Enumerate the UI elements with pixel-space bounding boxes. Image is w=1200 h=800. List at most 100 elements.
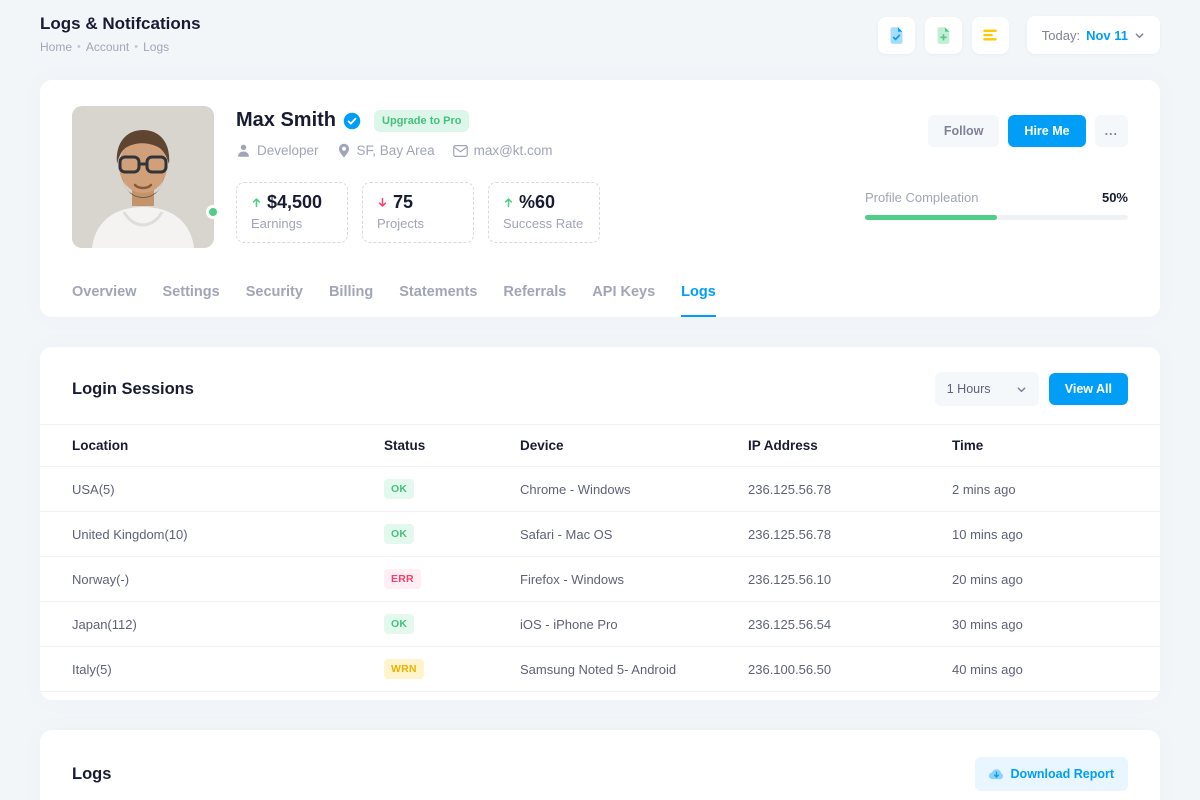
profile-meta-item: Developer [236, 143, 319, 158]
avatar-image [72, 106, 214, 248]
session-device: Chrome - Windows [520, 467, 748, 512]
progress-bar-fill [865, 215, 997, 220]
session-ip: 236.100.56.50 [748, 647, 952, 692]
stat-value: %60 [519, 192, 555, 213]
profile-side: Follow Hire Me ... Profile Compleation 5… [856, 106, 1128, 248]
logs-card: Logs Download Report 500 ERRPOST /v1/inv… [40, 730, 1160, 800]
profile-meta-item: SF, Bay Area [337, 143, 435, 158]
login-sessions-card: Login Sessions 1 Hours View All Location… [40, 347, 1160, 700]
date-picker-button[interactable]: Today: Nov 11 [1027, 16, 1160, 54]
avatar [72, 106, 214, 248]
online-status-dot [206, 205, 220, 219]
file-plus-icon [934, 26, 953, 45]
session-status-cell: OK [384, 512, 520, 557]
tab-referrals[interactable]: Referrals [503, 284, 566, 317]
sessions-table-head: LocationStatusDeviceIP AddressTime [40, 425, 1160, 467]
stat-tile-projects: 75Projects [362, 182, 474, 243]
session-location: United Kingdom(10) [40, 512, 384, 557]
tab-billing[interactable]: Billing [329, 284, 373, 317]
tab-logs[interactable]: Logs [681, 284, 716, 317]
session-device: iOS - iPhone Pro [520, 602, 748, 647]
breadcrumb-separator: • [77, 41, 81, 53]
chevron-down-icon [1016, 384, 1027, 395]
profile-actions: Follow Hire Me ... [928, 115, 1128, 147]
file-plus-button[interactable] [925, 17, 962, 54]
verified-badge-icon [343, 112, 361, 130]
session-status-badge: OK [384, 524, 414, 544]
hours-filter-select[interactable]: 1 Hours [935, 372, 1039, 406]
page-title: Logs & Notifcations [40, 14, 201, 34]
session-device: Firefox - Windows [520, 557, 748, 602]
list-lines-button[interactable] [972, 17, 1009, 54]
profile-info: Max Smith Upgrade to Pro Developer SF, Ba… [214, 106, 856, 248]
session-status-badge: OK [384, 614, 414, 634]
session-status-cell: ERR [384, 557, 520, 602]
stat-tile-success-rate: %60 Success Rate [488, 182, 600, 243]
session-device: Safari - Mac OS [520, 512, 748, 557]
profile-completion: Profile Compleation 50% [865, 190, 1128, 220]
page: Logs & Notifcations Home • Account • Logs To… [0, 0, 1200, 800]
topbar: Logs & Notifcations Home • Account • Logs To… [40, 0, 1160, 54]
session-ip: 236.125.56.78 [748, 512, 952, 557]
session-ip: 236.125.56.10 [748, 557, 952, 602]
session-row: Italy(5)WRNSamsung Noted 5- Android236.1… [40, 647, 1160, 692]
date-picker-value: Nov 11 [1086, 28, 1128, 43]
tab-overview[interactable]: Overview [72, 284, 137, 317]
session-time: 10 mins ago [952, 512, 1160, 557]
breadcrumb-separator: • [134, 41, 138, 53]
more-options-button[interactable]: ... [1095, 115, 1128, 147]
column-header-time: Time [952, 425, 1160, 467]
logs-title: Logs [72, 765, 111, 784]
session-ip: 236.125.56.78 [748, 467, 952, 512]
tab-api-keys[interactable]: API Keys [592, 284, 655, 317]
mail-icon [453, 145, 468, 157]
session-location: Japan(112) [40, 602, 384, 647]
quick-actions [878, 17, 1009, 54]
session-time: 2 mins ago [952, 467, 1160, 512]
progress-bar [865, 215, 1128, 220]
hire-me-button[interactable]: Hire Me [1008, 115, 1085, 147]
view-all-button[interactable]: View All [1049, 373, 1128, 405]
session-status-cell: WRN [384, 647, 520, 692]
follow-button[interactable]: Follow [928, 115, 1000, 147]
download-report-label: Download Report [1011, 767, 1114, 781]
breadcrumb-item-account[interactable]: Account [86, 40, 129, 54]
stat-tile-earnings: $4,500 Earnings [236, 182, 348, 243]
session-location: USA(5) [40, 467, 384, 512]
session-time: 30 mins ago [952, 602, 1160, 647]
profile-card: Max Smith Upgrade to Pro Developer SF, Ba… [40, 80, 1160, 317]
session-location: Italy(5) [40, 647, 384, 692]
upgrade-to-pro-badge[interactable]: Upgrade to Pro [374, 110, 469, 132]
location-pin-icon [337, 143, 351, 158]
arrow-down-icon [377, 197, 388, 208]
breadcrumb: Home • Account • Logs [40, 40, 201, 54]
session-status-badge: ERR [384, 569, 421, 589]
profile-name: Max Smith [236, 109, 336, 132]
column-header-ip-address: IP Address [748, 425, 952, 467]
profile-meta-label: max@kt.com [474, 143, 553, 158]
tab-settings[interactable]: Settings [163, 284, 220, 317]
session-status-cell: OK [384, 602, 520, 647]
sessions-table-body: USA(5)OKChrome - Windows236.125.56.782 m… [40, 467, 1160, 692]
session-location: Norway(-) [40, 557, 384, 602]
stat-value: 75 [393, 192, 413, 213]
stat-label: Earnings [251, 216, 333, 231]
column-header-location: Location [40, 425, 384, 467]
download-report-button[interactable]: Download Report [975, 757, 1128, 791]
session-row: United Kingdom(10)OK Safari - Mac OS236.1… [40, 512, 1160, 557]
stat-label: Success Rate [503, 216, 585, 231]
breadcrumb-item-home[interactable]: Home [40, 40, 72, 54]
stat-value: $4,500 [267, 192, 322, 213]
sessions-header-row: LocationStatusDeviceIP AddressTime [40, 425, 1160, 467]
session-status-badge: WRN [384, 659, 424, 679]
sessions-toolbar: 1 Hours View All [935, 372, 1128, 406]
file-check-button[interactable] [878, 17, 915, 54]
date-picker-label: Today: [1042, 28, 1080, 43]
session-time: 20 mins ago [952, 557, 1160, 602]
tab-security[interactable]: Security [246, 284, 303, 317]
breadcrumb-item-logs[interactable]: Logs [143, 40, 169, 54]
file-check-icon [887, 26, 906, 45]
column-header-status: Status [384, 425, 520, 467]
tab-statements[interactable]: Statements [399, 284, 477, 317]
arrow-up-icon [503, 197, 514, 208]
